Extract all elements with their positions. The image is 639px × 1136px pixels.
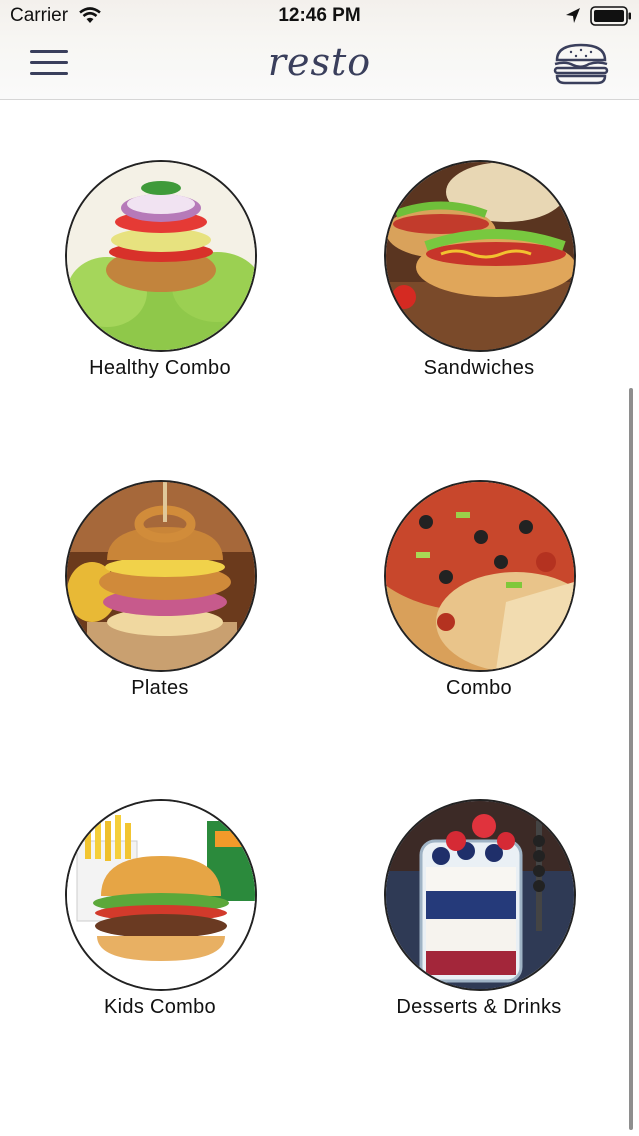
app-title: resto (267, 40, 372, 84)
burger-cart-button[interactable] (551, 42, 611, 86)
clock-label: 12:46 PM (278, 5, 361, 26)
status-bar: Carrier 12:46 PM (0, 0, 639, 34)
vertical-scrollbar[interactable] (629, 388, 633, 1130)
category-sandwiches[interactable]: Sandwiches (359, 160, 599, 400)
burger-icon (553, 43, 609, 85)
location-arrow-icon (566, 8, 580, 23)
berry-parfait-jar-photo (384, 799, 576, 991)
category-label: Sandwiches (423, 357, 535, 379)
pizza-photo (384, 480, 576, 672)
category-label: Plates (131, 677, 189, 699)
fried-chicken-burger-photo (65, 480, 257, 672)
kids-burger-fries-photo (65, 799, 257, 991)
category-label: Desserts & Drinks (396, 996, 562, 1018)
category-label: Combo (446, 677, 512, 699)
category-healthy-combo[interactable]: Healthy Combo (40, 160, 280, 400)
category-label: Healthy Combo (89, 357, 231, 379)
hot-dog-sandwich-photo (384, 160, 576, 352)
category-combo[interactable]: Combo (359, 480, 599, 720)
category-label: Kids Combo (104, 996, 216, 1018)
category-kids-combo[interactable]: Kids Combo (40, 799, 280, 1039)
category-desserts-drinks[interactable]: Desserts & Drinks (359, 799, 599, 1039)
battery-icon (590, 6, 631, 26)
category-plates[interactable]: Plates (40, 480, 280, 720)
healthy-combo-burger-photo (65, 160, 257, 352)
